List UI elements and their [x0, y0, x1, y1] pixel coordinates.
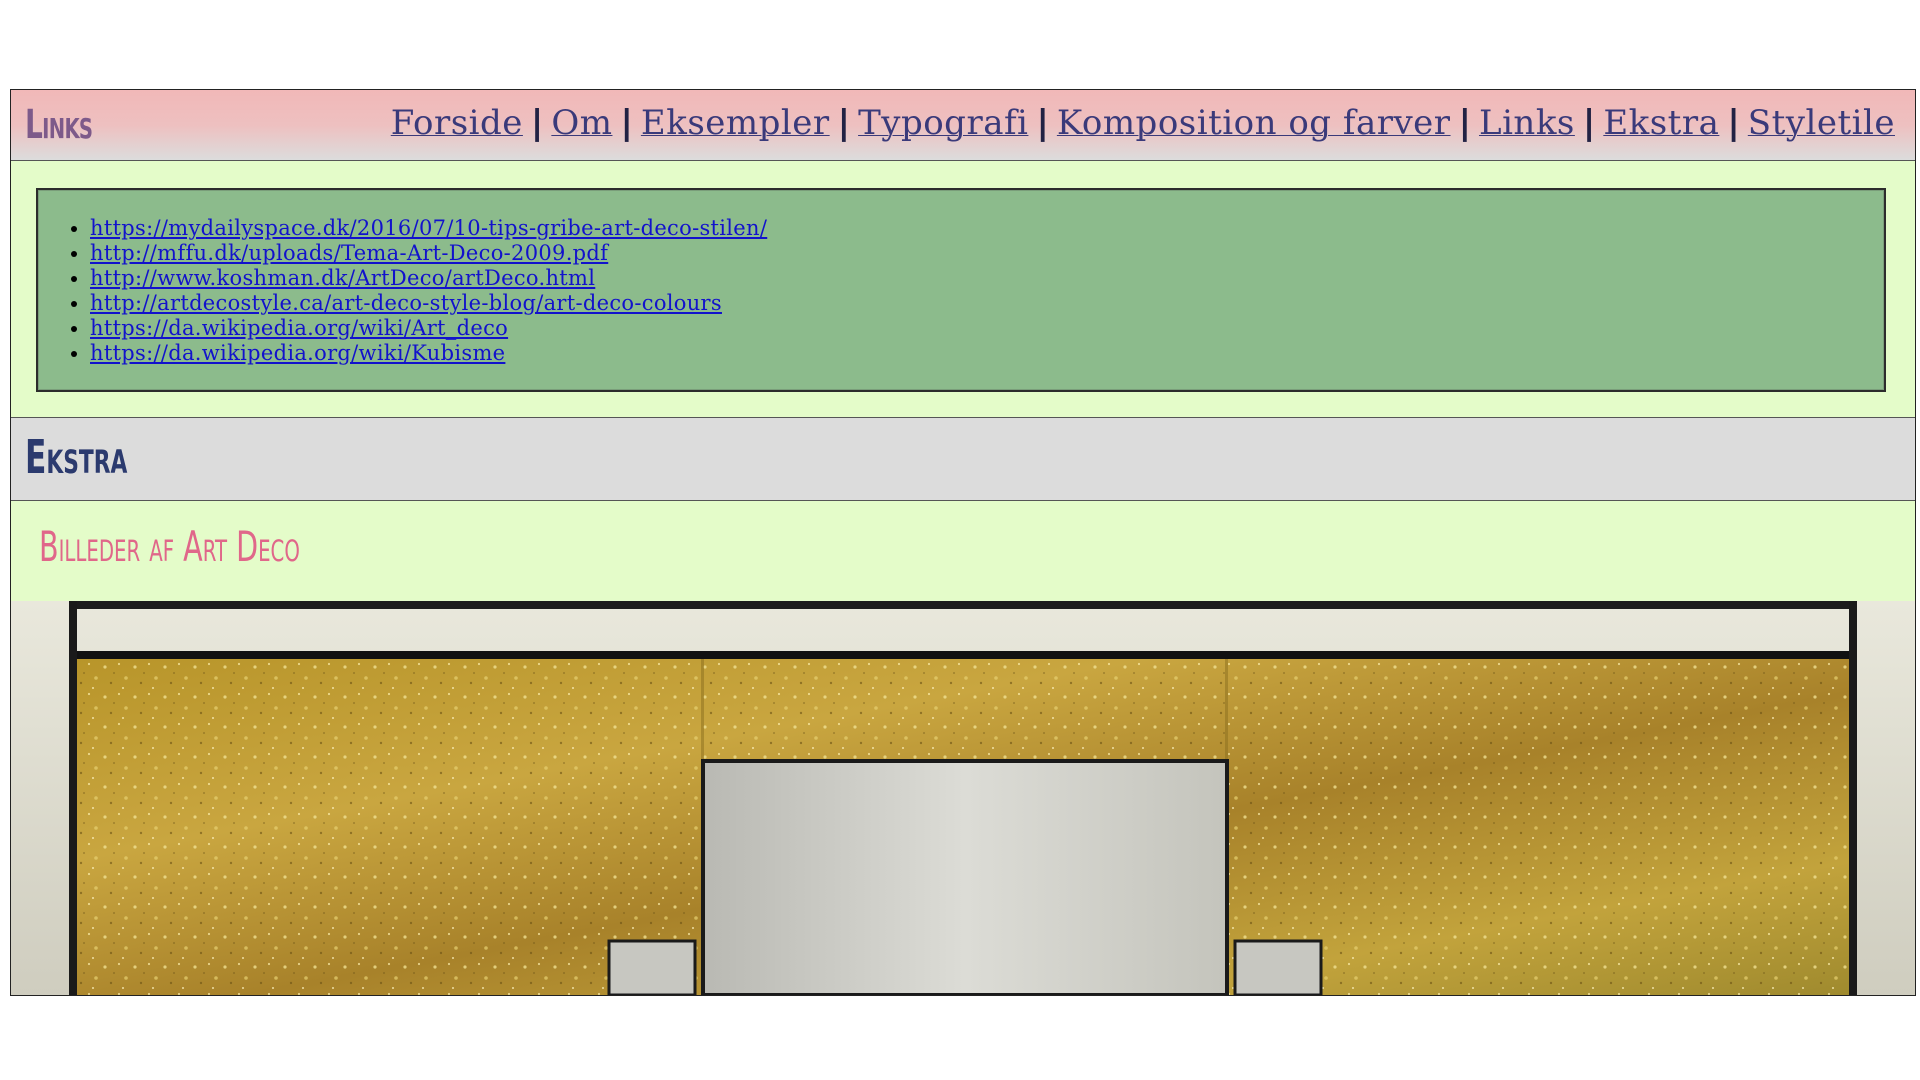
- nav-separator: |: [530, 103, 544, 143]
- list-item: http://artdecostyle.ca/art-deco-style-bl…: [90, 291, 1884, 316]
- external-link[interactable]: http://artdecostyle.ca/art-deco-style-bl…: [90, 291, 722, 315]
- list-item: https://da.wikipedia.org/wiki/Kubisme: [90, 341, 1884, 366]
- nav-separator: |: [1036, 103, 1049, 143]
- nav-link-styletile[interactable]: Styletile: [1748, 103, 1895, 143]
- external-link[interactable]: http://www.koshman.dk/ArtDeco/artDeco.ht…: [90, 266, 595, 290]
- external-link[interactable]: https://mydailyspace.dk/2016/07/10-tips-…: [90, 216, 767, 240]
- external-link[interactable]: https://da.wikipedia.org/wiki/Art_deco: [90, 316, 508, 340]
- nav-link-komposition-og-farver[interactable]: Komposition og farver: [1057, 103, 1451, 143]
- nav-link-eksempler[interactable]: Eksempler: [641, 103, 830, 143]
- nav-link-om[interactable]: Om: [551, 103, 612, 143]
- main-nav: Forside | Om | Eksempler | Typografi | Kompositi…: [391, 103, 1895, 143]
- header-bar: Links Forside | Om | Eksempler | Typografi | Kom…: [11, 90, 1915, 161]
- page-container: Links Forside | Om | Eksempler | Typografi | Kom…: [10, 89, 1916, 996]
- section-header-bar: Ekstra: [11, 417, 1915, 501]
- section-title: Ekstra: [25, 430, 128, 484]
- art-deco-image: [11, 601, 1915, 995]
- nav-link-ekstra[interactable]: Ekstra: [1603, 103, 1719, 143]
- section-subtitle: Billeder af Art Deco: [39, 522, 300, 571]
- links-list: https://mydailyspace.dk/2016/07/10-tips-…: [38, 190, 1884, 366]
- nav-link-typografi[interactable]: Typografi: [858, 103, 1028, 143]
- nav-separator: |: [620, 103, 633, 143]
- external-link[interactable]: http://mffu.dk/uploads/Tema-Art-Deco-200…: [90, 241, 608, 265]
- links-list-box: https://mydailyspace.dk/2016/07/10-tips-…: [36, 188, 1886, 392]
- nav-separator: |: [1727, 103, 1740, 143]
- nav-separator: |: [1582, 103, 1596, 143]
- nav-separator: |: [837, 103, 851, 143]
- page-title: Links: [25, 102, 93, 148]
- nav-link-links[interactable]: Links: [1479, 103, 1575, 143]
- list-item: http://www.koshman.dk/ArtDeco/artDeco.ht…: [90, 266, 1884, 291]
- external-link[interactable]: https://da.wikipedia.org/wiki/Kubisme: [90, 341, 505, 365]
- list-item: https://da.wikipedia.org/wiki/Art_deco: [90, 316, 1884, 341]
- nav-separator: |: [1458, 103, 1471, 143]
- list-item: https://mydailyspace.dk/2016/07/10-tips-…: [90, 216, 1884, 241]
- nav-link-forside[interactable]: Forside: [391, 103, 523, 143]
- list-item: http://mffu.dk/uploads/Tema-Art-Deco-200…: [90, 241, 1884, 266]
